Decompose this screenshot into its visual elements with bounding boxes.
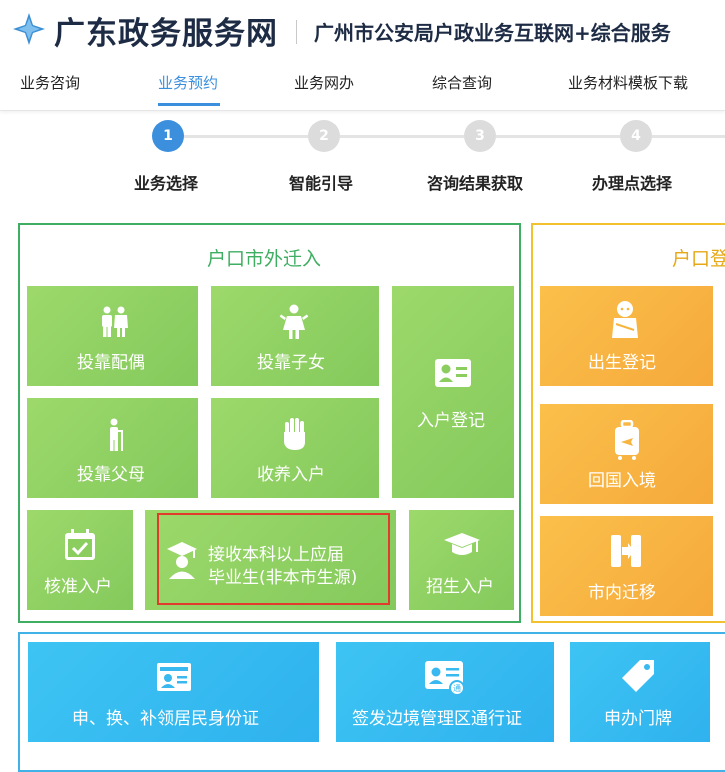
tile-adopt-label: 收养入户 bbox=[257, 465, 325, 485]
nav-item-query[interactable]: 综合查询 bbox=[432, 72, 492, 93]
section-hukou-reg-title: 户口登 bbox=[672, 248, 725, 270]
tile-doorplate[interactable]: 申办门牌 bbox=[570, 642, 710, 742]
step-connector bbox=[184, 135, 308, 138]
step-4-circle: 4 bbox=[620, 120, 652, 152]
tile-move[interactable]: 市内迁移 bbox=[540, 516, 713, 616]
tile-doorplate-label: 申办门牌 bbox=[604, 709, 672, 729]
couple-icon bbox=[102, 306, 128, 337]
pass-card-icon: 通 bbox=[425, 661, 465, 696]
step-3-label: 咨询结果获取 bbox=[427, 174, 524, 193]
transfer-icon bbox=[611, 535, 641, 567]
nav-item-appointment[interactable]: 业务预约 bbox=[158, 72, 218, 93]
calendar-check-icon bbox=[65, 529, 95, 560]
site-title: 广东政务服务网 bbox=[54, 16, 278, 52]
site-logo-icon bbox=[13, 13, 45, 45]
tile-parents-label: 投靠父母 bbox=[77, 465, 145, 485]
tile-spouse-label: 投靠配偶 bbox=[77, 353, 145, 373]
step-3-circle: 3 bbox=[464, 120, 496, 152]
tile-return[interactable]: 回国入境 bbox=[540, 404, 713, 504]
tile-enroll-label: 招生入户 bbox=[426, 577, 494, 597]
tile-graduate-label-line2: 毕业生(非本市生源) bbox=[208, 568, 358, 588]
header-divider bbox=[296, 20, 297, 44]
step-connector bbox=[652, 135, 725, 138]
tile-approved-label: 核准入户 bbox=[44, 577, 112, 597]
tile-graduate-label-line1: 接收本科以上应届 bbox=[208, 545, 344, 565]
tag-icon bbox=[622, 660, 654, 692]
section-hukou-out-title: 户口市外迁入 bbox=[207, 248, 322, 270]
step-2-circle: 2 bbox=[308, 120, 340, 152]
tile-spouse[interactable]: 投靠配偶 bbox=[27, 286, 198, 386]
tile-children-label: 投靠子女 bbox=[257, 353, 325, 373]
step-connector bbox=[340, 135, 464, 138]
system-title: 广州市公安局户政业务互联网+综合服务 bbox=[314, 21, 671, 45]
luggage-icon bbox=[615, 420, 639, 460]
elder-icon bbox=[110, 418, 123, 451]
step-4-label: 办理点选择 bbox=[592, 174, 673, 193]
tile-border-pass-label: 签发边境管理区通行证 bbox=[352, 709, 522, 729]
tile-idcard[interactable]: 申、换、补领居民身份证 bbox=[28, 642, 319, 742]
hand-icon bbox=[284, 418, 305, 450]
nav-item-templates[interactable]: 业务材料模板下载 bbox=[568, 72, 688, 93]
tile-adopt[interactable]: 收养入户 bbox=[211, 398, 379, 498]
id-card-icon bbox=[157, 663, 191, 691]
tile-children[interactable]: 投靠子女 bbox=[211, 286, 379, 386]
nav-item-online[interactable]: 业务网办 bbox=[294, 72, 354, 93]
tile-enroll[interactable]: 招生入户 bbox=[409, 510, 514, 610]
step-connector bbox=[496, 135, 620, 138]
tile-move-label: 市内迁移 bbox=[588, 583, 656, 603]
child-icon bbox=[279, 304, 309, 339]
tile-approved[interactable]: 核准入户 bbox=[27, 510, 133, 610]
mortarboard-icon bbox=[444, 533, 480, 555]
tile-idcard-label: 申、换、补领居民身份证 bbox=[72, 709, 259, 729]
step-1-circle: 1 bbox=[152, 120, 184, 152]
step-2-label: 智能引导 bbox=[289, 174, 354, 193]
graduate-icon bbox=[167, 542, 197, 579]
tile-birth[interactable]: 出生登记 bbox=[540, 286, 713, 386]
nav-item-consult[interactable]: 业务咨询 bbox=[20, 72, 80, 93]
tile-parents[interactable]: 投靠父母 bbox=[27, 398, 198, 498]
tile-return-label: 回国入境 bbox=[588, 471, 656, 491]
step-1-label: 业务选择 bbox=[134, 174, 199, 193]
tile-register-label: 入户登记 bbox=[417, 411, 485, 431]
tile-register[interactable]: 入户登记 bbox=[392, 286, 514, 498]
tile-border-pass[interactable]: 通 签发边境管理区通行证 bbox=[336, 642, 554, 742]
svg-text:通: 通 bbox=[453, 683, 461, 693]
nav-active-underline bbox=[158, 103, 220, 106]
tile-birth-label: 出生登记 bbox=[588, 353, 656, 373]
id-card-icon bbox=[435, 359, 471, 387]
baby-icon bbox=[612, 301, 638, 338]
